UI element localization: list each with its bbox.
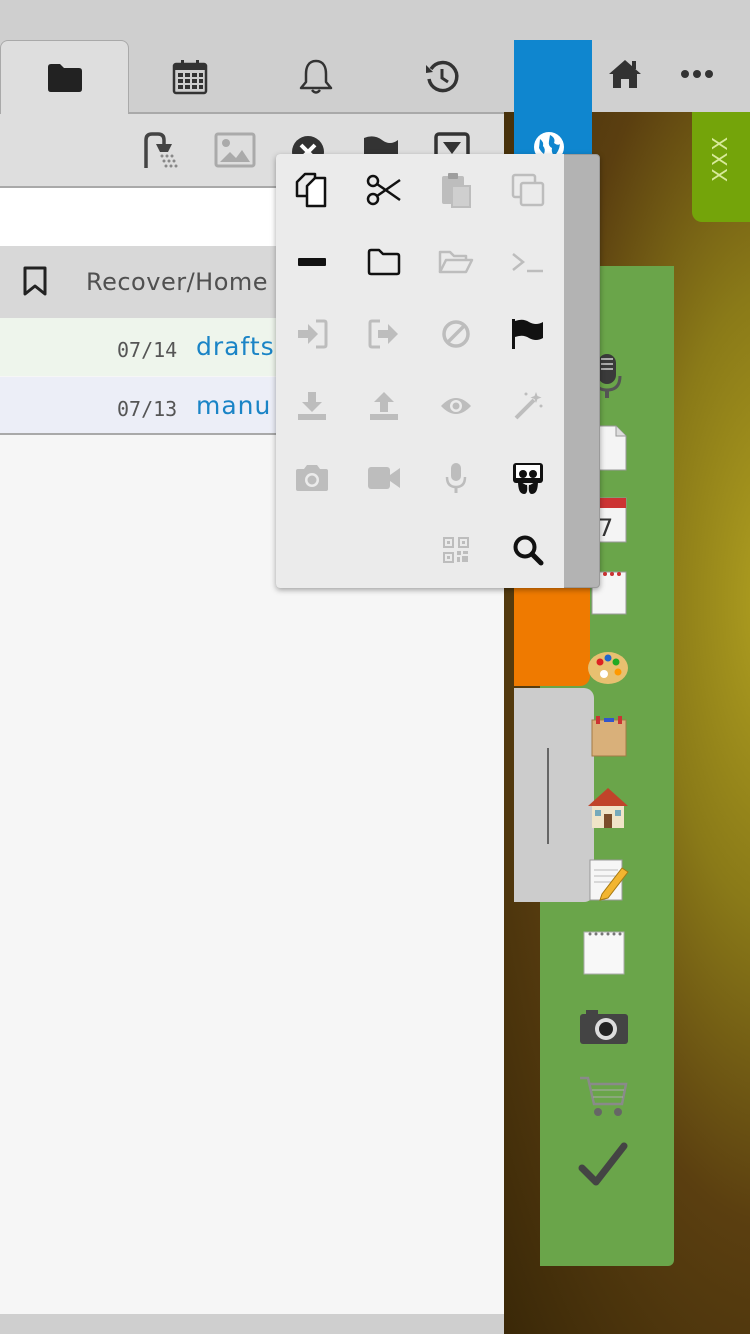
svg-text:7: 7 xyxy=(598,514,613,542)
shower-icon[interactable] xyxy=(142,130,184,170)
ban-icon[interactable] xyxy=(426,304,486,364)
duplicate-icon[interactable] xyxy=(498,160,558,220)
qr-code-icon[interactable] xyxy=(426,520,486,580)
dropdown-box-icon[interactable] xyxy=(434,132,470,156)
sign-in-icon[interactable] xyxy=(282,304,342,364)
paste-icon[interactable] xyxy=(426,160,486,220)
minus-icon[interactable] xyxy=(282,232,342,292)
flag-icon[interactable] xyxy=(362,136,400,156)
tab-notifications[interactable] xyxy=(256,40,376,114)
side-tab-label: XXX xyxy=(708,134,732,182)
calendar-box-app-icon[interactable] xyxy=(578,710,630,762)
calendar-icon xyxy=(172,59,208,95)
history-icon xyxy=(424,59,460,95)
image-icon[interactable] xyxy=(214,132,256,168)
file-name[interactable]: manu xyxy=(196,391,271,420)
drawer-grip[interactable] xyxy=(547,748,549,844)
terminal-icon[interactable] xyxy=(498,232,558,292)
tab-files[interactable] xyxy=(0,40,129,114)
bookmark-icon[interactable] xyxy=(22,266,48,296)
current-path: Recover/Home xyxy=(86,268,269,296)
context-menu-grid xyxy=(276,154,564,588)
home-icon[interactable] xyxy=(608,58,642,90)
upload-icon[interactable] xyxy=(354,376,414,436)
house-app-icon[interactable] xyxy=(578,782,630,834)
tab-calendar[interactable] xyxy=(130,40,250,114)
flag-icon[interactable] xyxy=(498,304,558,364)
video-icon[interactable] xyxy=(354,448,414,508)
folder-outline-icon[interactable] xyxy=(354,232,414,292)
microphone-icon[interactable] xyxy=(426,448,486,508)
file-name[interactable]: drafts xyxy=(196,332,275,361)
folder-open-icon[interactable] xyxy=(426,232,486,292)
eye-icon[interactable] xyxy=(426,376,486,436)
tab-history[interactable] xyxy=(382,40,502,114)
sign-out-icon[interactable] xyxy=(354,304,414,364)
search-icon[interactable] xyxy=(498,520,558,580)
slideshare-icon[interactable] xyxy=(498,448,558,508)
palette-app-icon[interactable] xyxy=(578,638,630,690)
top-right-bar xyxy=(592,40,750,112)
folder-icon xyxy=(47,63,83,93)
cut-scissors-icon[interactable] xyxy=(354,160,414,220)
download-icon[interactable] xyxy=(282,376,342,436)
copy-icon[interactable] xyxy=(282,160,342,220)
checkmark-app-icon[interactable] xyxy=(578,1142,630,1194)
camera-app-icon[interactable] xyxy=(578,1000,630,1052)
shopping-cart-app-icon[interactable] xyxy=(578,1070,630,1122)
camera-icon[interactable] xyxy=(282,448,342,508)
magic-wand-icon[interactable] xyxy=(498,376,558,436)
file-date: 07/13 xyxy=(117,397,178,421)
file-date: 07/14 xyxy=(117,338,178,362)
bottom-bar xyxy=(0,1314,504,1334)
notepad-blank-app-icon[interactable] xyxy=(578,926,630,978)
more-dots-icon[interactable] xyxy=(680,68,714,80)
bell-icon xyxy=(298,58,334,96)
note-pencil-app-icon[interactable] xyxy=(578,854,630,906)
